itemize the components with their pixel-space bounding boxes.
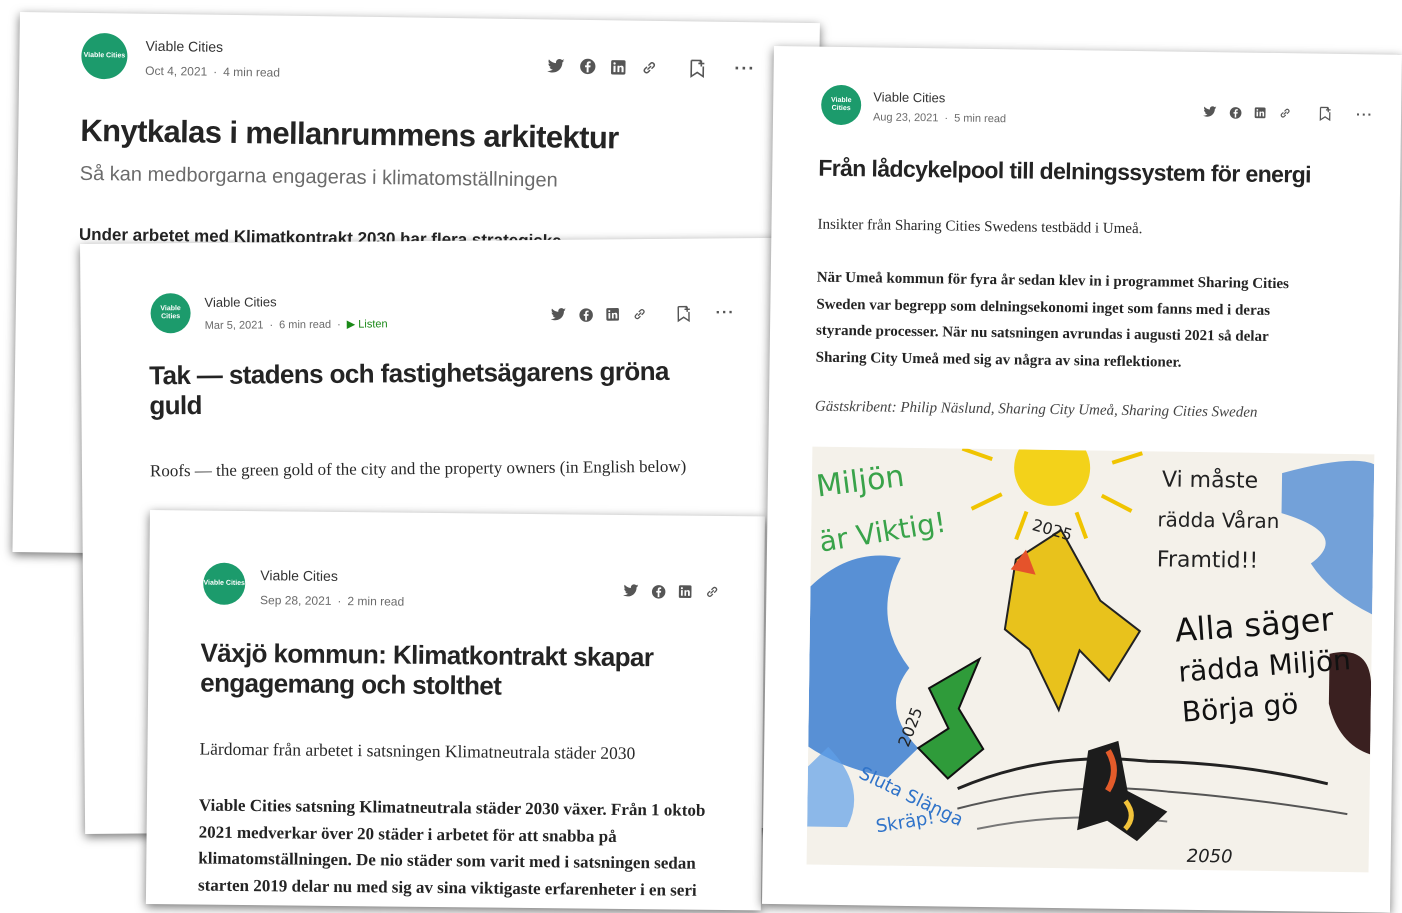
article-title[interactable]: Växjö kommun: Klimatkontrakt skapar enga… (200, 638, 654, 704)
author-name[interactable]: Viable Cities (145, 38, 223, 55)
facebook-icon[interactable] (1229, 106, 1242, 119)
title-line-1: Tak — stadens och fastighetsägarens grön… (149, 355, 669, 391)
linkedin-icon[interactable] (610, 59, 626, 75)
drawing-text: Vi måste (1162, 466, 1259, 493)
article-image-childs-drawing: Miljön är Viktig! Vi måste rädda Våran F… (806, 446, 1375, 873)
article-body: Viable Cities satsning Klimatneutrala st… (198, 793, 706, 904)
guest-writer: Gästskribent: Philip Näslund, Sharing Ci… (814, 398, 1258, 421)
read-time: 5 min read (954, 112, 1007, 126)
bookmark-icon[interactable] (676, 305, 692, 323)
author-name[interactable]: Viable Cities (204, 294, 276, 310)
article-title[interactable]: Tak — stadens och fastighetsägarens grön… (149, 355, 669, 421)
drawing-text: Miljön (814, 459, 906, 505)
more-options-icon[interactable]: ··· (716, 304, 735, 322)
drawing-text: Alla säger (1174, 600, 1336, 650)
article-subtitle: Roofs — the green gold of the city and t… (149, 456, 687, 481)
drawing-text: Framtid!! (1157, 547, 1259, 573)
article-subtitle: Insikter från Sharing Cities Swedens tes… (817, 216, 1143, 238)
viable-cities-logo: Viable Cities (150, 293, 191, 334)
article-meta: Mar 5, 2021 · 6 min read · ▶ Listen (204, 318, 388, 332)
title-line-2: guld (149, 389, 203, 421)
linkedin-icon[interactable] (678, 585, 692, 599)
listen-button[interactable]: ▶ Listen (347, 318, 388, 330)
article-meta: Aug 23, 2021 · 5 min read (872, 111, 1007, 126)
article-subtitle: Så kan medborgarna engageras i klimatoms… (79, 162, 558, 192)
publish-date: Oct 4, 2021 (145, 63, 208, 79)
viable-cities-logo: Viable Cities (81, 32, 128, 80)
viable-cities-logo: Viable Cities (820, 84, 862, 126)
more-options-icon[interactable]: ··· (734, 58, 755, 79)
drawing-text: rädda Våran (1157, 507, 1279, 533)
twitter-icon[interactable] (547, 58, 565, 74)
copy-link-icon[interactable] (632, 306, 648, 322)
twitter-icon[interactable] (1203, 106, 1217, 118)
article-subtitle: Lärdomar från arbetet i satsningen Klima… (199, 738, 636, 764)
viable-cities-logo: Viable Cities (203, 562, 246, 606)
article-meta: Oct 4, 2021 · 4 min read (145, 63, 281, 80)
author-name[interactable]: Viable Cities (873, 89, 945, 105)
linkedin-icon[interactable] (1254, 107, 1266, 119)
article-meta: Sep 28, 2021 · 2 min read (259, 593, 405, 609)
twitter-icon[interactable] (623, 584, 639, 598)
drawing-text: Börja gö (1181, 687, 1300, 728)
facebook-icon[interactable] (651, 584, 666, 599)
drawing-text: Skräp! (874, 807, 936, 837)
article-body: När Umeå kommun för fyra år sedan klev i… (815, 265, 1290, 378)
drawing-text: 2050 (1187, 846, 1233, 868)
article-title[interactable]: Knytkalas i mellanrummens arkitektur (80, 113, 619, 156)
drawing-svg: Miljön är Viktig! Vi måste rädda Våran F… (807, 446, 1375, 868)
play-icon: ▶ (346, 318, 356, 331)
more-options-icon[interactable]: ··· (1356, 106, 1373, 122)
article-title[interactable]: Från lådcykelpool till delningssystem fö… (818, 155, 1311, 188)
read-time: 6 min read (279, 318, 332, 332)
publish-date: Mar 5, 2021 (204, 319, 264, 332)
bookmark-icon[interactable] (688, 58, 706, 78)
share-toolbar: ··· (550, 304, 735, 324)
share-toolbar: ··· (1203, 104, 1373, 122)
copy-link-icon[interactable] (1278, 106, 1292, 120)
facebook-icon[interactable] (579, 58, 596, 75)
body-line: starten 2019 delar nu med sig av sina vi… (197, 875, 697, 900)
copy-link-icon[interactable] (640, 58, 658, 76)
article-card-3[interactable]: Viable Cities Viable Cities Sep 28, 2021… (145, 510, 765, 911)
drawing-text: rädda Miljön (1177, 643, 1352, 689)
facebook-icon[interactable] (579, 307, 594, 322)
share-toolbar: ··· (547, 55, 755, 79)
title-line-2: engagemang och stolthet (200, 667, 502, 701)
bookmark-icon[interactable] (1318, 106, 1332, 122)
article-card-4[interactable]: Viable Cities Viable Cities Aug 23, 2021… (762, 46, 1402, 913)
share-toolbar (623, 583, 720, 600)
linkedin-icon[interactable] (606, 307, 620, 321)
publish-date: Sep 28, 2021 (259, 593, 332, 608)
drawing-text: är Viktig! (817, 506, 948, 559)
copy-link-icon[interactable] (704, 584, 720, 600)
read-time: 4 min read (223, 64, 281, 80)
read-time: 2 min read (347, 594, 405, 609)
author-name[interactable]: Viable Cities (260, 567, 338, 584)
twitter-icon[interactable] (550, 308, 567, 322)
publish-date: Aug 23, 2021 (872, 111, 939, 125)
